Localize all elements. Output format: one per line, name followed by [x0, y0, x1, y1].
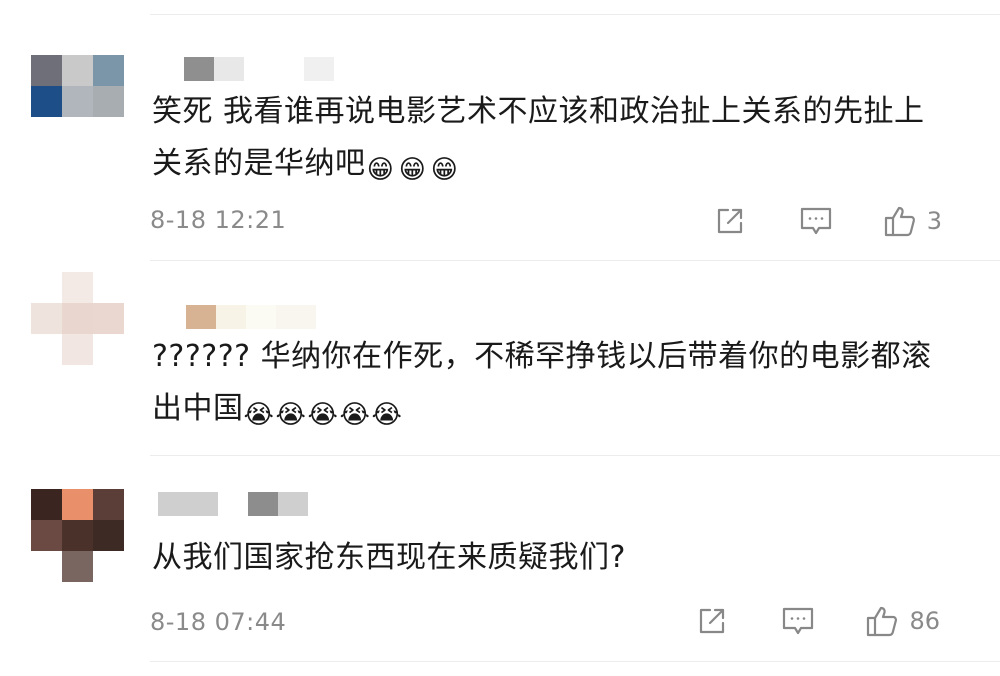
username-redacted[interactable]	[158, 492, 308, 516]
avatar-pixel	[93, 551, 124, 582]
avatar-pixel	[93, 303, 124, 334]
crying-emoji-icon: 😭	[339, 400, 371, 430]
crying-emoji-icon: 😭	[243, 400, 275, 430]
comment-timestamp: 8-18 07:44	[150, 608, 287, 636]
avatar[interactable]	[31, 55, 124, 148]
avatar-pixel	[31, 117, 62, 148]
avatar-pixel	[31, 303, 62, 334]
avatar-pixel	[93, 520, 124, 551]
thumbs-up-icon[interactable]	[883, 204, 917, 238]
comment-text: 笑死 我看谁再说电影艺术不应该和政治扯上关系的先扯上关系的是华纳吧😁 😁 😁	[152, 86, 942, 190]
avatar-pixel	[93, 117, 124, 148]
comment-text: ?????? 华纳你在作死，不稀罕挣钱以后带着你的电影都滚出中国😭😭😭😭😭	[152, 331, 942, 435]
comment-divider	[150, 455, 1000, 456]
avatar-pixel	[62, 86, 93, 117]
avatar-pixel	[31, 489, 62, 520]
grin-emoji-icon: 😁	[430, 155, 459, 185]
comment-body: 从我们国家抢东西现在来质疑我们?	[152, 540, 626, 575]
comment-thread: 笑死 我看谁再说电影艺术不应该和政治扯上关系的先扯上关系的是华纳吧😁 😁 😁 8-1…	[0, 0, 1000, 676]
crying-emoji-icon: 😭	[275, 400, 307, 430]
comment-timestamp: 8-18 12:21	[150, 206, 287, 234]
like-count: 86	[909, 607, 940, 635]
grin-emoji-icon: 😁	[366, 155, 395, 185]
share-icon[interactable]	[713, 204, 747, 238]
comment-icon[interactable]	[799, 204, 833, 238]
avatar-pixel	[93, 86, 124, 117]
avatar-pixel	[62, 520, 93, 551]
top-divider	[150, 14, 1000, 15]
avatar-pixel	[62, 489, 93, 520]
avatar-pixel	[31, 551, 62, 582]
avatar-pixel	[62, 551, 93, 582]
grin-emoji-icon: 😁	[398, 155, 427, 185]
avatar-pixel	[62, 334, 93, 365]
avatar-pixel	[93, 489, 124, 520]
crying-emoji-icon: 😭	[371, 400, 403, 430]
comment-body: 笑死 我看谁再说电影艺术不应该和政治扯上关系的先扯上关系的是华纳吧	[152, 94, 925, 181]
avatar-pixel	[31, 86, 62, 117]
comment-icon[interactable]	[781, 604, 815, 638]
thumbs-up-icon[interactable]	[865, 604, 899, 638]
avatar-pixel	[93, 55, 124, 86]
username-redacted[interactable]	[186, 305, 316, 329]
avatar-pixel	[62, 303, 93, 334]
comment-actions: 86	[695, 604, 940, 638]
share-icon[interactable]	[695, 604, 729, 638]
avatar-pixel	[62, 272, 93, 303]
crying-emoji-icon: 😭	[307, 400, 339, 430]
bottom-divider	[150, 661, 1000, 662]
avatar-pixel	[62, 117, 93, 148]
avatar-pixel	[62, 55, 93, 86]
avatar-pixel	[93, 334, 124, 365]
avatar[interactable]	[31, 272, 124, 365]
avatar-pixel	[31, 55, 62, 86]
avatar-pixel	[31, 272, 62, 303]
avatar-pixel	[31, 520, 62, 551]
comment-text: 从我们国家抢东西现在来质疑我们?	[152, 532, 942, 584]
like-count: 3	[926, 207, 942, 235]
comment-actions: 3	[713, 204, 942, 238]
avatar-pixel	[93, 272, 124, 303]
comment-divider	[150, 260, 1000, 261]
username-redacted[interactable]	[158, 57, 334, 81]
avatar[interactable]	[31, 489, 124, 582]
avatar-pixel	[31, 334, 62, 365]
